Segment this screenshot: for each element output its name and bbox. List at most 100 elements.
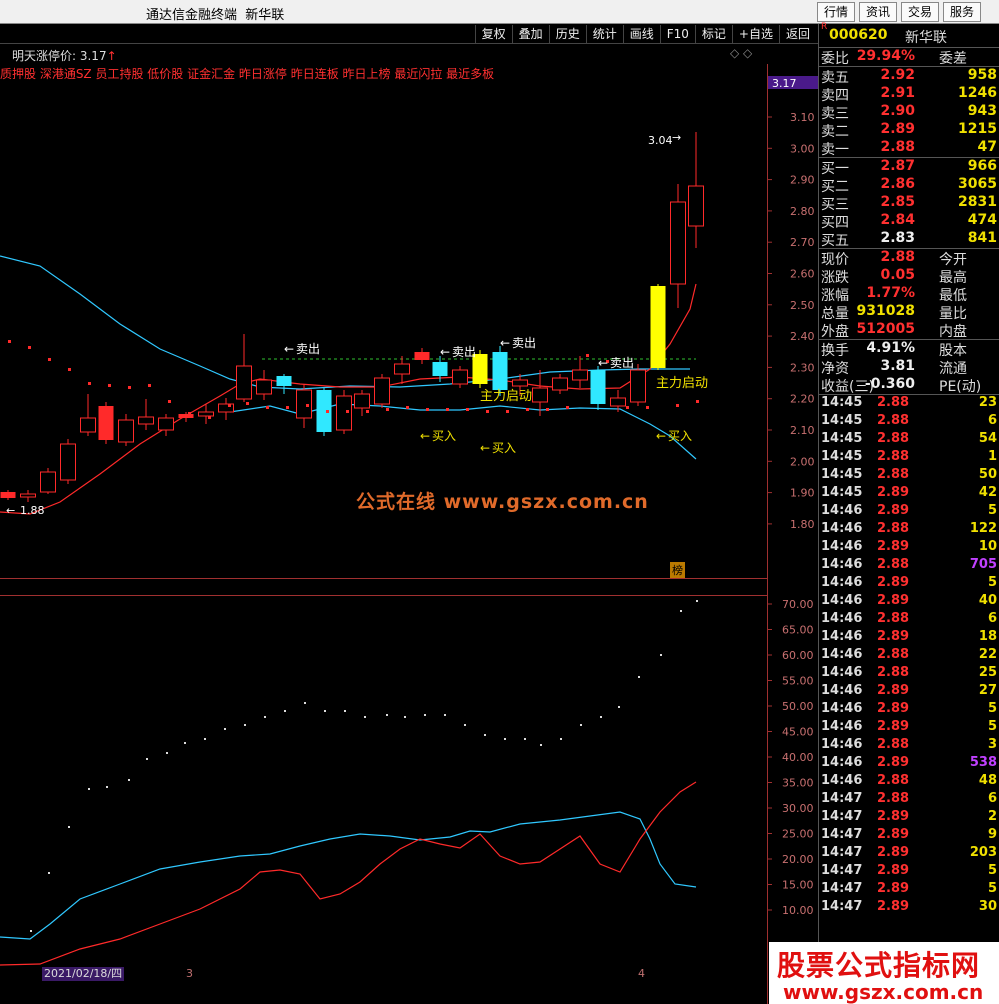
stat-row: 净资 3.81 流通 <box>821 358 967 377</box>
bid-row[interactable]: 买二 2.86 3065 <box>819 176 999 195</box>
f10-button[interactable]: F10 <box>659 25 695 43</box>
signal-dot <box>208 416 211 419</box>
candle-body <box>432 362 448 376</box>
candle-body <box>552 377 568 391</box>
indicator-dot <box>680 610 682 612</box>
settings-diamond-icon[interactable]: ◇ ◇ <box>730 46 752 60</box>
stat-row: 现价 2.88 今开 <box>821 249 967 268</box>
bid-row[interactable]: 买一 2.87 966 <box>819 158 999 177</box>
tick-row[interactable]: 14:46 2.89 18 <box>819 629 999 647</box>
tick-row[interactable]: 14:46 2.88 48 <box>819 773 999 791</box>
tick-time: 14:47 <box>821 845 863 860</box>
tick-row[interactable]: 14:46 2.88 122 <box>819 521 999 539</box>
tick-volume: 5 <box>987 863 997 878</box>
sell-label-1: 卖出 <box>296 342 320 356</box>
price-tick-label: 1.80 <box>790 518 815 531</box>
indicator-dot <box>580 724 582 726</box>
high-label: 3.04 <box>648 134 673 147</box>
menu-service[interactable]: 服务 <box>942 2 981 22</box>
tick-row[interactable]: 14:46 2.89 40 <box>819 593 999 611</box>
tick-row[interactable]: 14:47 2.89 5 <box>819 881 999 899</box>
adjust-button[interactable]: 复权 <box>474 25 512 43</box>
bid-row[interactable]: 买五 2.83 841 <box>819 230 999 249</box>
menu-trade[interactable]: 交易 <box>900 2 939 22</box>
tick-volume: 1 <box>987 449 997 464</box>
indicator-tick-label: 55.00 <box>782 675 814 688</box>
back-button[interactable]: 返回 <box>778 25 816 43</box>
tick-row[interactable]: 14:47 2.88 6 <box>819 791 999 809</box>
tick-row[interactable]: 14:46 2.88 22 <box>819 647 999 665</box>
tick-row[interactable]: 14:45 2.89 42 <box>819 485 999 503</box>
tick-row[interactable]: 14:46 2.89 5 <box>819 503 999 521</box>
signal-dot <box>546 408 549 411</box>
limit-price-label: 明天涨停价: 3.17↑ <box>12 49 117 63</box>
bid-row[interactable]: 买三 2.85 2831 <box>819 194 999 213</box>
tick-row[interactable]: 14:46 2.89 538 <box>819 755 999 773</box>
tick-row[interactable]: 14:47 2.89 5 <box>819 863 999 881</box>
indicator-dot <box>524 738 526 740</box>
buy-arrow-1: ← <box>420 429 430 443</box>
ask-row[interactable]: 卖二 2.89 1215 <box>819 121 999 140</box>
tick-row[interactable]: 14:45 2.88 6 <box>819 413 999 431</box>
ask-row[interactable]: 卖四 2.91 1246 <box>819 85 999 104</box>
history-button[interactable]: 历史 <box>548 25 586 43</box>
main-start-label-1: 主力启动 <box>480 389 532 404</box>
stat-row: 外盘 512005 内盘 <box>821 321 967 340</box>
tick-row[interactable]: 14:46 2.88 25 <box>819 665 999 683</box>
tick-row[interactable]: 14:46 2.89 5 <box>819 719 999 737</box>
candle-body <box>218 403 234 413</box>
price-tick-label: 2.20 <box>790 393 815 406</box>
rank-tag[interactable]: 榜 <box>670 562 685 578</box>
menu-market[interactable]: 行情 <box>816 2 855 22</box>
tick-time: 14:47 <box>821 899 863 914</box>
indicator-cyan-line <box>0 811 697 940</box>
statistics-button[interactable]: 统计 <box>585 25 623 43</box>
tick-volume: 40 <box>978 593 997 608</box>
tick-row[interactable]: 14:46 2.89 5 <box>819 701 999 719</box>
draw-line-button[interactable]: 画线 <box>622 25 660 43</box>
tick-row[interactable]: 14:46 2.89 27 <box>819 683 999 701</box>
tick-row[interactable]: 14:45 2.88 23 <box>819 395 999 413</box>
tick-row[interactable]: 14:47 2.89 9 <box>819 827 999 845</box>
tick-row[interactable]: 14:47 2.89 30 <box>819 899 999 917</box>
tick-row[interactable]: 14:46 2.88 705 <box>819 557 999 575</box>
concept-tags[interactable]: 质押股 深港通SZ 员工持股 低价股 证金汇金 昨日涨停 昨日连板 昨日上榜 最… <box>0 65 494 82</box>
indicator-tick-label: 10.00 <box>782 904 814 917</box>
chart-canvas[interactable]: 3.17 3.10 3.00 2.90 2.80 2.70 2.60 2.50 2.40 2.3… <box>0 44 818 1004</box>
kline-chart[interactable]: 3.17 3.10 3.00 2.90 2.80 2.70 2.60 2.50 2.40 2.3… <box>0 44 818 1004</box>
tick-row[interactable]: 14:46 2.88 3 <box>819 737 999 755</box>
ask-row[interactable]: 卖一 2.88 47 <box>819 139 999 158</box>
tick-volume: 705 <box>969 557 997 572</box>
indicator-dot <box>284 710 286 712</box>
overlay-button[interactable]: 叠加 <box>511 25 549 43</box>
tick-row[interactable]: 14:46 2.89 5 <box>819 575 999 593</box>
add-watchlist-button[interactable]: +自选 <box>731 25 779 43</box>
indicator-dot <box>48 872 50 874</box>
tick-row[interactable]: 14:47 2.89 203 <box>819 845 999 863</box>
tick-price: 2.88 <box>877 449 910 464</box>
price-tick-label: 2.30 <box>790 361 815 374</box>
tick-price: 2.88 <box>877 737 910 752</box>
tick-price: 2.89 <box>877 683 910 698</box>
tick-row[interactable]: 14:45 2.88 1 <box>819 449 999 467</box>
indicator-dot <box>304 702 306 704</box>
tick-row[interactable]: 14:47 2.89 2 <box>819 809 999 827</box>
tick-volume: 6 <box>987 791 997 806</box>
tick-row[interactable]: 14:46 2.89 10 <box>819 539 999 557</box>
ask-row[interactable]: 卖五 2.92 958 <box>819 67 999 86</box>
mark-button[interactable]: 标记 <box>694 25 732 43</box>
signal-dot <box>28 346 31 349</box>
tick-row[interactable]: 14:46 2.88 6 <box>819 611 999 629</box>
signal-dot <box>326 410 329 413</box>
signal-dot <box>88 382 91 385</box>
menu-news[interactable]: 资讯 <box>858 2 897 22</box>
bid-row[interactable]: 买四 2.84 474 <box>819 212 999 231</box>
tick-list[interactable]: 14:45 2.88 23 14:45 2.88 6 14:45 2.88 54 14:45 2.8… <box>819 394 999 917</box>
signal-dot <box>168 400 171 403</box>
tick-row[interactable]: 14:45 2.88 54 <box>819 431 999 449</box>
ask-row[interactable]: 卖三 2.90 943 <box>819 103 999 122</box>
candle-body <box>0 492 16 498</box>
stock-name[interactable]: 新华联 <box>905 27 947 47</box>
stock-code[interactable]: 000620 <box>829 27 887 43</box>
tick-row[interactable]: 14:45 2.88 50 <box>819 467 999 485</box>
